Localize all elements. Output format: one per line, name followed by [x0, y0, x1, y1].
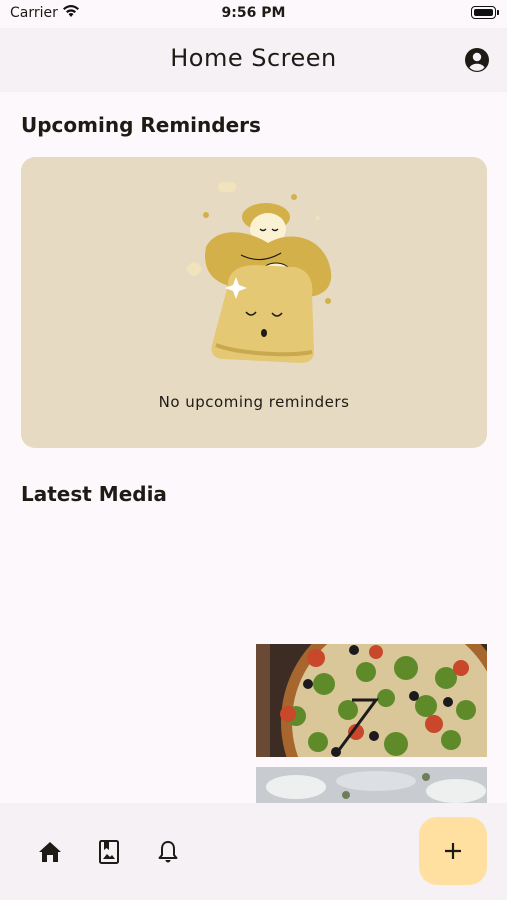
- reminders-section-title: Upcoming Reminders: [21, 113, 261, 137]
- photo-album-icon[interactable]: [96, 839, 122, 865]
- plus-icon: [445, 843, 461, 859]
- media-thumbnail[interactable]: [256, 767, 487, 807]
- add-button[interactable]: [419, 817, 487, 885]
- account-circle-icon[interactable]: [464, 47, 490, 73]
- battery-icon: [471, 6, 499, 19]
- media-section-title: Latest Media: [21, 482, 167, 506]
- clock: 9:56 PM: [221, 5, 286, 21]
- reminders-card: No upcoming reminders: [21, 157, 487, 448]
- media-list: [256, 607, 507, 837]
- app-bar: Home Screen: [0, 28, 507, 92]
- status-bar: Carrier 9:56 PM: [0, 0, 507, 28]
- sleeping-bell-illustration: [186, 182, 332, 363]
- media-thumbnail[interactable]: [256, 607, 507, 837]
- bottom-navigation: [0, 803, 507, 900]
- empty-reminders-message: No upcoming reminders: [158, 393, 350, 411]
- page-title: Home Screen: [170, 44, 337, 72]
- bell-icon[interactable]: [155, 839, 181, 865]
- home-icon[interactable]: [37, 839, 63, 865]
